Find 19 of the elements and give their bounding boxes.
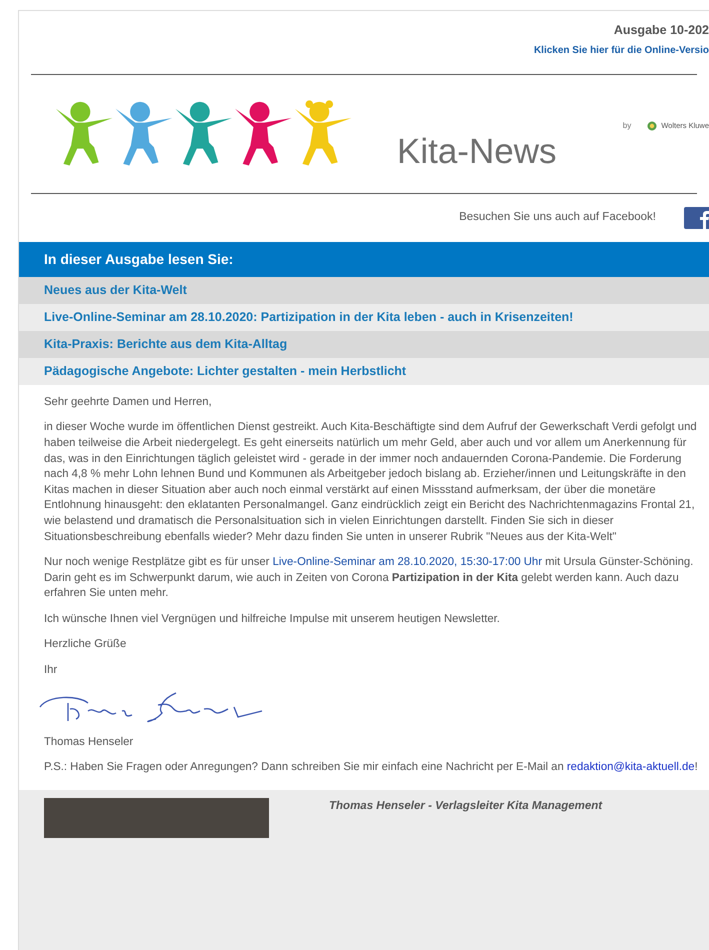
facebook-icon[interactable] — [684, 206, 709, 229]
issue-number: Ausgabe 10-202 — [614, 22, 709, 39]
online-version-link[interactable]: Klicken Sie hier für die Online-Versio — [534, 42, 709, 58]
body-paragraph: in dieser Woche wurde im öffentlichen Dienst gestreikt. Auch Kita-Beschäftigte sind dem Aufruf der Gewerkschaft Verdi gefolgt und haben teilweise die Arbeit niedergelegt. Es geht einerseits natürlich um mehr Geld, aber auch und vor allem um Anerkennung für das, was in den Einrichtungen täglich geleistet wird - gerade in der immer noch andauernden Corona-Pandemie. Die Forderung nach 4,8 % mehr Lohn lehnen Bund und Kommunen als Arbeitgeber jedoch bislang ab. Erzieher/innen und Leitungskräfte in den Kitas machen in dieser Situation aber auch noch einmal verstärkt auf einen Missstand aufmerksam, der über die monetäre Entlohnung hinausgeht: den eklatanten Personalmangel. Ganz eindrücklich zeigt ein Bericht des Nachrichtenmagazins Frontal 21, wie belastend und dramatisch die Personalsituation sich in vielen Einrichtungen darstellt. Finden Sie sich in dieser Situationsbeschreibung ebenfalls wieder? Mehr dazu finden Sie unten in unserer Rubrik "Neues aus der Kita-Welt" — [44, 420, 698, 544]
greeting-text: Sehr geehrte Damen und Herren, — [44, 394, 213, 410]
body-paragraph: Nur noch wenige Restplätze gibt es für unser Live-Online-Seminar am 28.10.2020, 15:30-17:00 Uhr mit Ursula Günster-Schöning. Darin geht es im Schwerpunkt darum, wie auch in Zeiten von Corona Partizipation in der Kita gelebt werden kann. Auch dazu erfahren Sie unten mehr. — [44, 555, 694, 602]
closing-text: Ihr — [44, 663, 58, 678]
facebook-text: Besuchen Sie uns auch auf Facebook! — [459, 210, 656, 226]
seminar-link[interactable]: Live-Online-Seminar am 28.10.2020, 15:30-17:00 Uhr — [272, 556, 542, 568]
logo-title: Kita-News — [397, 134, 556, 169]
ps-paragraph: P.S.: Haben Sie Fragen oder Anregungen? Dann schreiben Sie mir einfach eine Nachricht per E-Mail an redaktion@kita-aktuell.de! — [44, 760, 699, 776]
globe-logo-icon — [647, 120, 658, 131]
author-name: Thomas Henseler — [44, 734, 134, 750]
author-caption: Thomas Henseler - Verlagsleiter Kita Management — [329, 798, 602, 814]
toc-header: In dieser Ausgabe lesen Sie: — [19, 242, 709, 277]
closing-text: Herzliche Grüße — [44, 637, 128, 652]
email-link[interactable]: redaktion@kita-aktuell.de — [566, 761, 695, 774]
by-label: by — [622, 120, 632, 132]
body-paragraph: Ich wünsche Ihnen viel Vergnügen und hilfreiche Impulse mit unserem heutigen Newsletter. — [44, 612, 501, 627]
